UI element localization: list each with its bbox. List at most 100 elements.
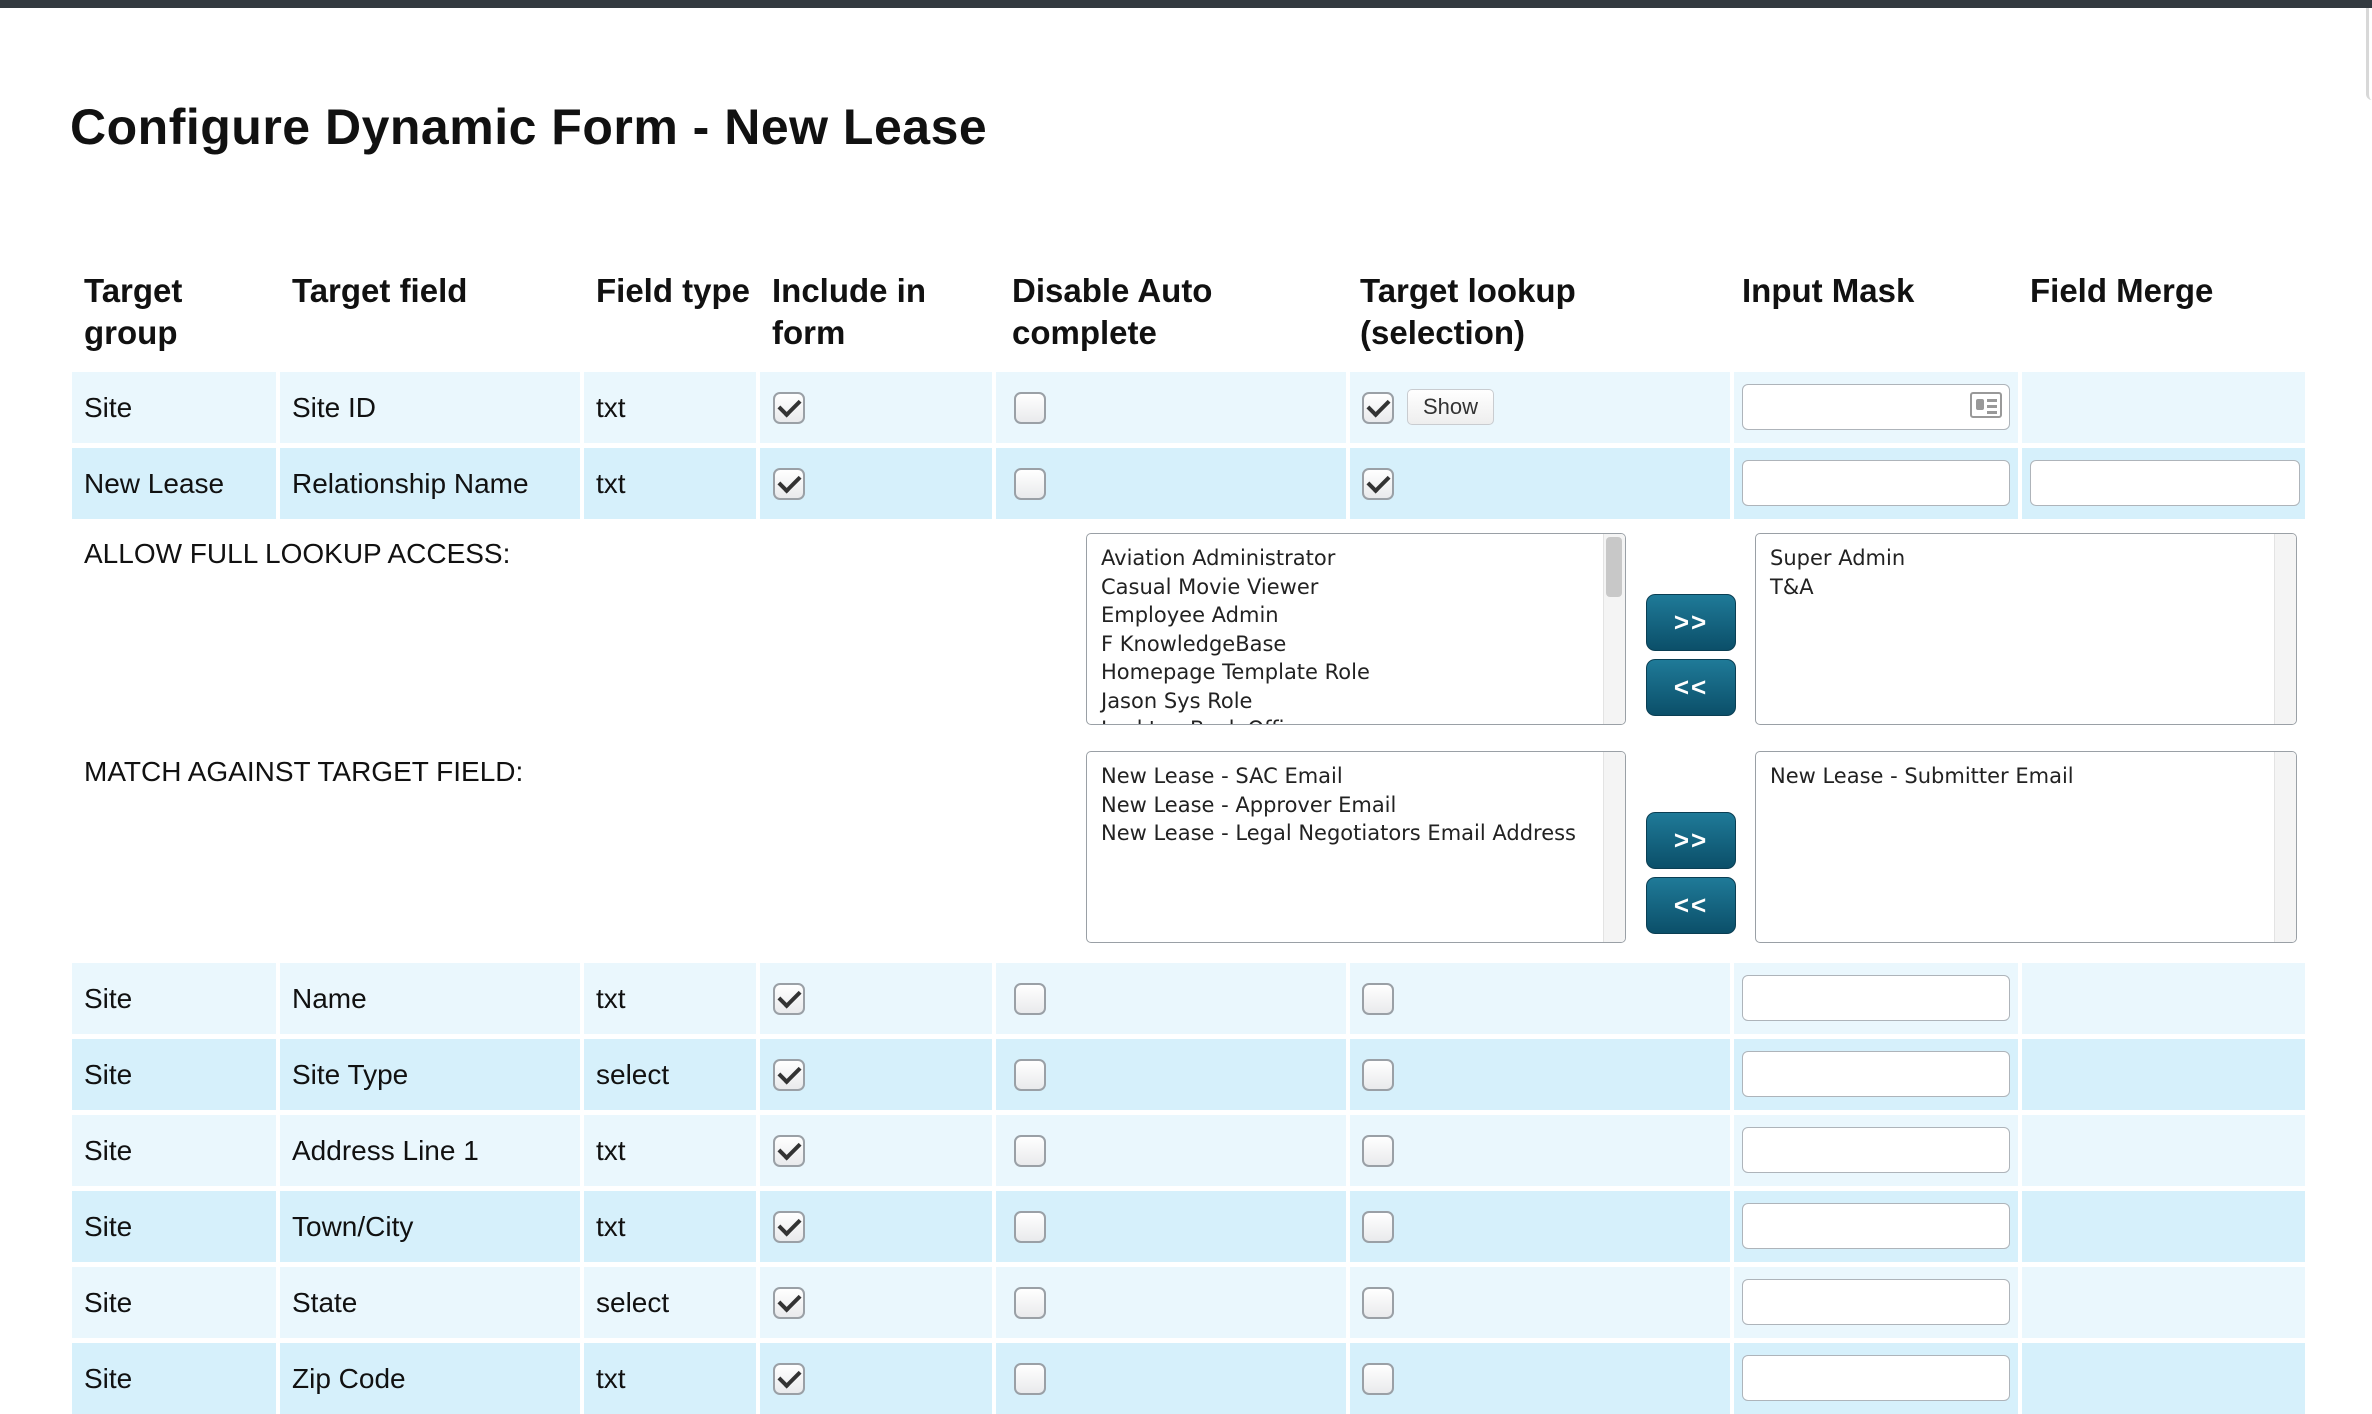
disable-autocomplete-checkbox[interactable] bbox=[1014, 1059, 1046, 1091]
table-row: Site Name txt bbox=[72, 963, 2305, 1034]
disable-autocomplete-checkbox[interactable] bbox=[1014, 468, 1046, 500]
disable-autocomplete-cell bbox=[996, 1267, 1346, 1338]
table-row: Site Town/City txt bbox=[72, 1191, 2305, 1262]
list-item[interactable]: New Lease - Submitter Email bbox=[1770, 762, 2282, 791]
show-lookup-button[interactable]: Show bbox=[1407, 389, 1494, 425]
include-in-form-checkbox[interactable] bbox=[773, 1363, 805, 1395]
target-lookup-checkbox[interactable] bbox=[1362, 1363, 1394, 1395]
field-type-cell: txt bbox=[584, 1115, 756, 1186]
input-mask-field[interactable] bbox=[1742, 975, 2010, 1021]
list-item[interactable]: New Lease - SAC Email bbox=[1101, 762, 1611, 791]
remove-match-field-button[interactable]: << bbox=[1646, 877, 1736, 934]
target-lookup-checkbox[interactable] bbox=[1362, 1211, 1394, 1243]
scrollbar[interactable] bbox=[2274, 534, 2296, 724]
match-selected-list[interactable]: New Lease - Submitter Email bbox=[1755, 751, 2297, 943]
list-item[interactable]: Lockton Back Office bbox=[1101, 715, 1611, 724]
field-type-cell: txt bbox=[584, 448, 756, 519]
window-edge bbox=[2366, 8, 2372, 100]
target-lookup-cell bbox=[1350, 1343, 1730, 1414]
list-item[interactable]: Employee Admin bbox=[1101, 601, 1611, 630]
target-lookup-checkbox[interactable] bbox=[1362, 1059, 1394, 1091]
target-field-cell: Site ID bbox=[280, 372, 580, 443]
disable-autocomplete-checkbox[interactable] bbox=[1014, 1135, 1046, 1167]
list-item[interactable]: New Lease - Approver Email bbox=[1101, 791, 1611, 820]
list-item[interactable]: New Lease - Legal Negotiators Email Addr… bbox=[1101, 819, 1611, 848]
include-in-form-checkbox[interactable] bbox=[773, 1287, 805, 1319]
target-lookup-checkbox[interactable] bbox=[1362, 392, 1394, 424]
target-group-cell: Site bbox=[72, 1191, 276, 1262]
target-lookup-cell bbox=[1350, 963, 1730, 1034]
target-field-cell: Relationship Name bbox=[280, 448, 580, 519]
target-field-cell: Address Line 1 bbox=[280, 1115, 580, 1186]
remove-lookup-role-button[interactable]: << bbox=[1646, 659, 1736, 716]
add-lookup-role-button[interactable]: >> bbox=[1646, 594, 1736, 651]
table-row: Site State select bbox=[72, 1267, 2305, 1338]
lookup-selected-list[interactable]: Super Admin T&A bbox=[1755, 533, 2297, 725]
input-mask-field[interactable] bbox=[1742, 1279, 2010, 1325]
target-group-cell: Site bbox=[72, 1343, 276, 1414]
target-lookup-checkbox[interactable] bbox=[1362, 468, 1394, 500]
target-lookup-cell bbox=[1350, 448, 1730, 519]
header-field-merge: Field Merge bbox=[2030, 272, 2214, 309]
disable-autocomplete-cell bbox=[996, 448, 1346, 519]
address-card-icon[interactable] bbox=[1970, 392, 2002, 418]
field-merge-cell bbox=[2022, 963, 2305, 1034]
field-type-cell: select bbox=[584, 1267, 756, 1338]
include-in-form-checkbox[interactable] bbox=[773, 392, 805, 424]
input-mask-field[interactable] bbox=[1742, 1203, 2010, 1249]
target-lookup-cell bbox=[1350, 1267, 1730, 1338]
target-group-cell: Site bbox=[72, 1115, 276, 1186]
target-lookup-cell bbox=[1350, 1039, 1730, 1110]
scrollbar[interactable] bbox=[1603, 752, 1625, 942]
header-input-mask: Input Mask bbox=[1742, 272, 1915, 309]
target-field-cell: Name bbox=[280, 963, 580, 1034]
field-type-cell: txt bbox=[584, 372, 756, 443]
field-merge-field[interactable] bbox=[2030, 460, 2300, 506]
scrollbar[interactable] bbox=[1603, 534, 1625, 724]
disable-autocomplete-checkbox[interactable] bbox=[1014, 1363, 1046, 1395]
field-merge-cell bbox=[2022, 1115, 2305, 1186]
list-item[interactable]: F KnowledgeBase bbox=[1101, 630, 1611, 659]
table-row: New Lease Relationship Name txt bbox=[72, 448, 2305, 519]
list-item[interactable]: Casual Movie Viewer bbox=[1101, 573, 1611, 602]
include-in-form-checkbox[interactable] bbox=[773, 1059, 805, 1091]
include-in-form-checkbox[interactable] bbox=[773, 1211, 805, 1243]
list-item[interactable]: T&A bbox=[1770, 573, 2282, 602]
target-lookup-checkbox[interactable] bbox=[1362, 1135, 1394, 1167]
input-mask-field[interactable] bbox=[1742, 460, 2010, 506]
input-mask-field[interactable] bbox=[1742, 1051, 2010, 1097]
target-lookup-checkbox[interactable] bbox=[1362, 983, 1394, 1015]
input-mask-field[interactable] bbox=[1742, 1127, 2010, 1173]
list-item[interactable]: Aviation Administrator bbox=[1101, 544, 1611, 573]
list-item[interactable]: Super Admin bbox=[1770, 544, 2282, 573]
target-field-cell: State bbox=[280, 1267, 580, 1338]
field-merge-cell bbox=[2022, 1267, 2305, 1338]
disable-autocomplete-checkbox[interactable] bbox=[1014, 1211, 1046, 1243]
target-lookup-cell bbox=[1350, 1115, 1730, 1186]
scrollbar[interactable] bbox=[2274, 752, 2296, 942]
include-in-form-checkbox[interactable] bbox=[773, 983, 805, 1015]
target-group-cell: New Lease bbox=[72, 448, 276, 519]
table-row: Site Site Type select bbox=[72, 1039, 2305, 1110]
disable-autocomplete-cell bbox=[996, 372, 1346, 443]
field-type-cell: select bbox=[584, 1039, 756, 1110]
disable-autocomplete-cell bbox=[996, 1343, 1346, 1414]
input-mask-field[interactable] bbox=[1742, 1355, 2010, 1401]
include-in-form-checkbox[interactable] bbox=[773, 468, 805, 500]
field-merge-cell bbox=[2022, 372, 2305, 443]
target-field-cell: Town/City bbox=[280, 1191, 580, 1262]
field-type-cell: txt bbox=[584, 1191, 756, 1262]
target-lookup-checkbox[interactable] bbox=[1362, 1287, 1394, 1319]
match-available-list[interactable]: New Lease - SAC Email New Lease - Approv… bbox=[1086, 751, 1626, 943]
include-in-form-checkbox[interactable] bbox=[773, 1135, 805, 1167]
list-item[interactable]: Homepage Template Role bbox=[1101, 658, 1611, 687]
lookup-available-list[interactable]: Aviation Administrator Casual Movie View… bbox=[1086, 533, 1626, 725]
disable-autocomplete-checkbox[interactable] bbox=[1014, 983, 1046, 1015]
list-item[interactable]: Jason Sys Role bbox=[1101, 687, 1611, 716]
disable-autocomplete-checkbox[interactable] bbox=[1014, 1287, 1046, 1319]
header-target-lookup: Target lookup (selection) bbox=[1360, 272, 1576, 351]
add-match-field-button[interactable]: >> bbox=[1646, 812, 1736, 869]
scrollbar-thumb[interactable] bbox=[1606, 537, 1622, 597]
target-group-cell: Site bbox=[72, 963, 276, 1034]
disable-autocomplete-checkbox[interactable] bbox=[1014, 392, 1046, 424]
